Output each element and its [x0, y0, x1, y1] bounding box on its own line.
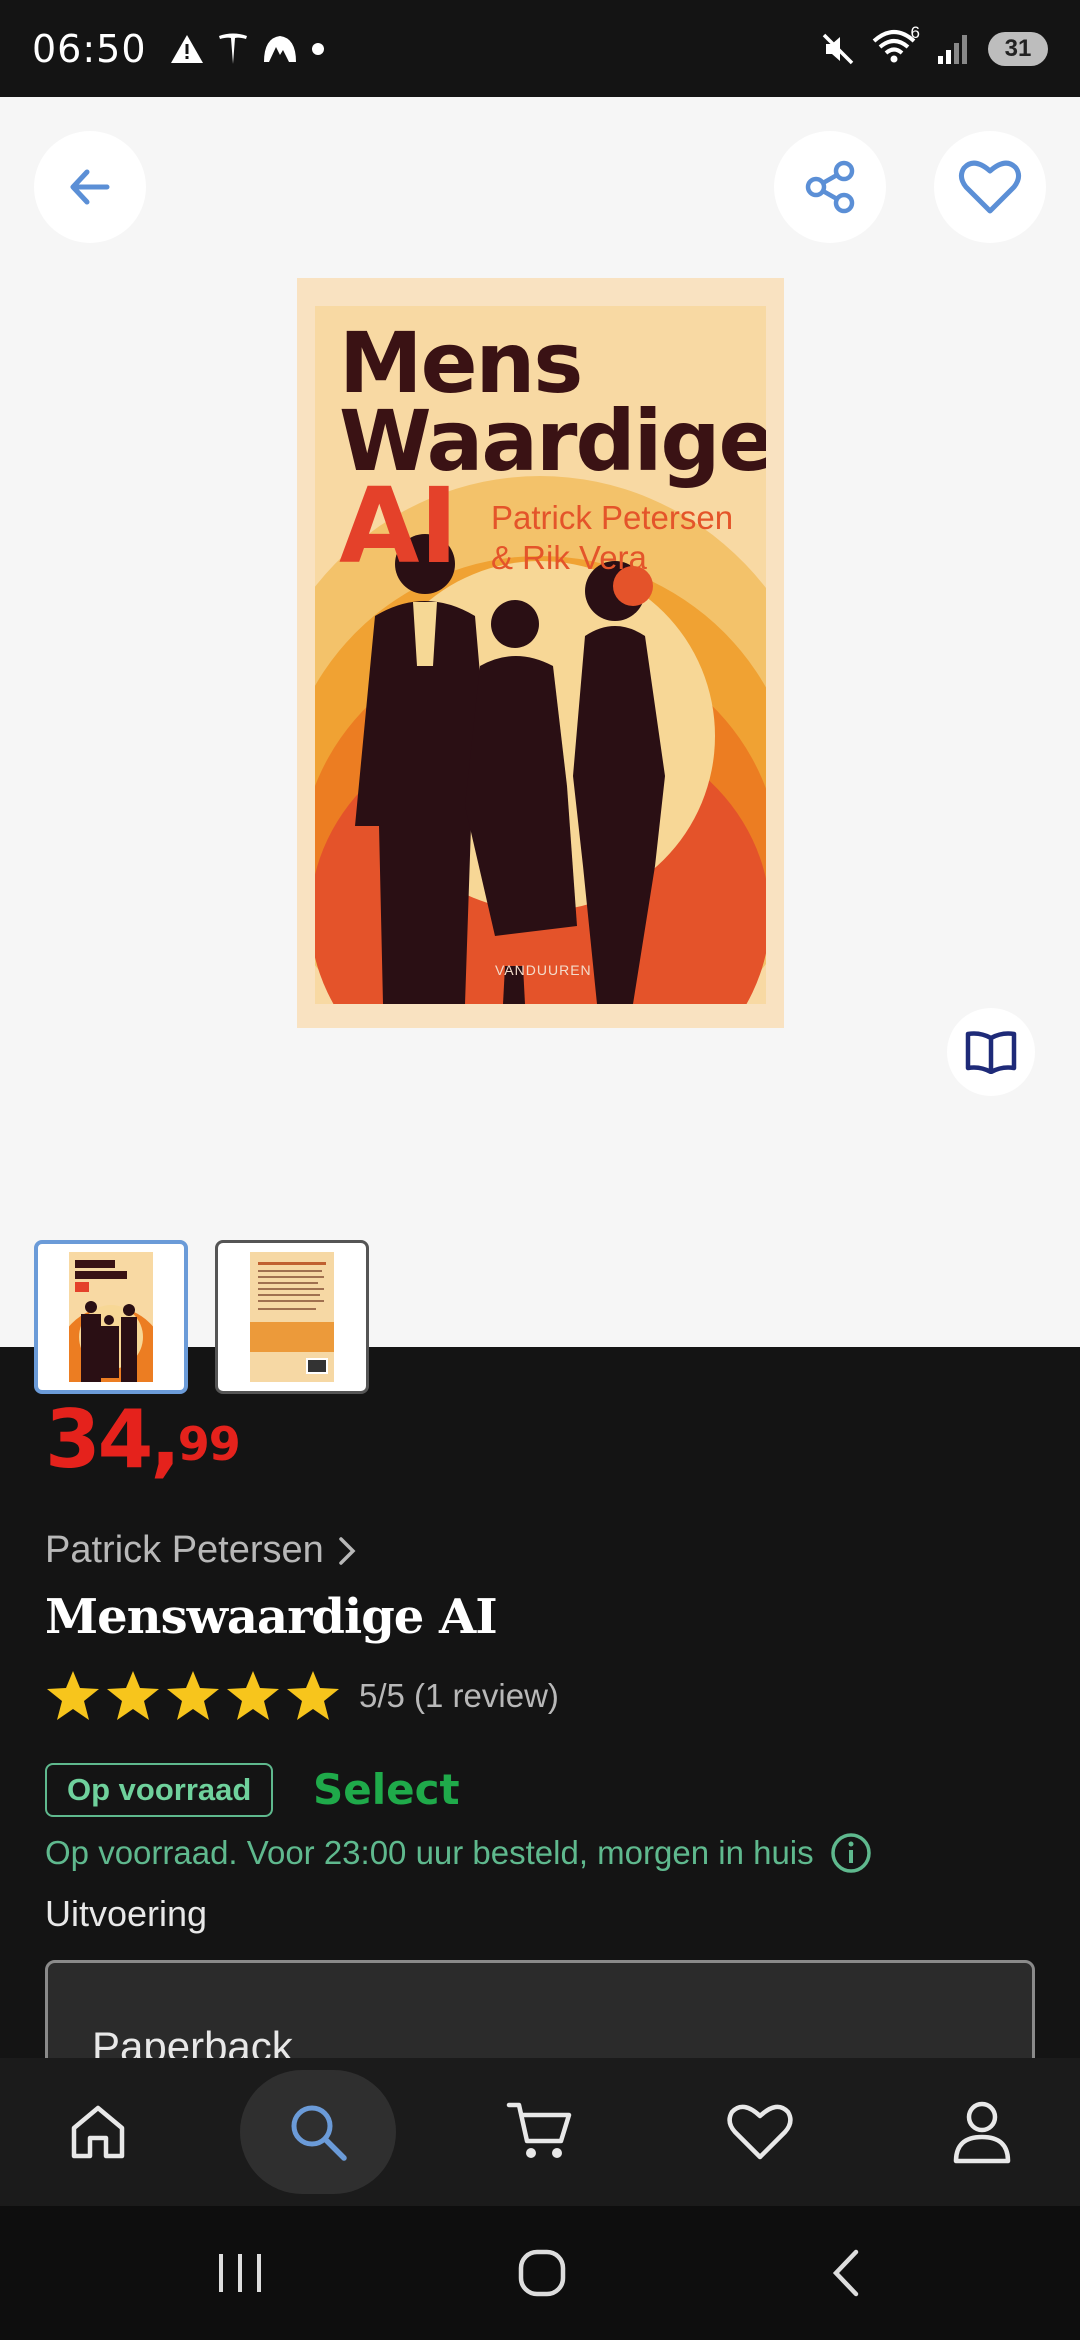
cart-icon — [506, 2102, 572, 2158]
rating-text: 5/5 (1 review) — [359, 1677, 559, 1714]
recent-apps-icon — [219, 2254, 261, 2292]
book-cover-artwork: Mens Waardige AI Patrick Petersen & Rik … — [315, 306, 766, 1004]
favorite-button[interactable] — [934, 131, 1046, 243]
cover-authors: Patrick Petersen & Rik Vera — [491, 498, 733, 578]
home-icon — [71, 2105, 125, 2159]
thumbnail-front-image — [69, 1252, 153, 1382]
star-icon — [167, 1671, 219, 1720]
tesla-icon — [218, 33, 247, 64]
delivery-info: Op voorraad. Voor 23:00 uur besteld, mor… — [45, 1832, 872, 1874]
info-icon[interactable] — [830, 1832, 872, 1874]
dot-icon — [311, 42, 324, 55]
thumbnail-back-image — [250, 1252, 334, 1382]
star-icon — [227, 1671, 279, 1720]
price-cents: 99 — [177, 1417, 241, 1471]
nav-home[interactable] — [20, 2070, 176, 2194]
open-book-icon — [965, 1031, 1017, 1074]
recent-apps-button[interactable] — [170, 2206, 310, 2340]
cover-title-ai: AI — [339, 465, 459, 587]
author-link[interactable]: Patrick Petersen — [45, 1529, 356, 1572]
nav-search[interactable] — [240, 2070, 396, 2194]
nav-wishlist[interactable] — [682, 2070, 838, 2194]
book-cover-image[interactable]: Mens Waardige AI Patrick Petersen & Rik … — [297, 278, 784, 1028]
mountain-app-icon — [263, 35, 296, 62]
status-time: 06:50 — [32, 26, 147, 71]
chevron-right-icon — [339, 1536, 356, 1565]
heart-icon — [727, 2104, 793, 2160]
back-chevron-icon — [832, 2249, 859, 2297]
network-type-label: 6 — [910, 22, 920, 42]
read-sample-button[interactable] — [947, 1008, 1035, 1096]
cover-title: Mens Waardige — [339, 314, 766, 483]
variant-label: Uitvoering — [45, 1893, 208, 1934]
cover-title-line1: Mens — [339, 314, 583, 412]
stock-badge: Op voorraad — [45, 1763, 274, 1817]
home-system-button[interactable] — [472, 2206, 612, 2340]
system-navigation-bar — [0, 2206, 1080, 2340]
bottom-navigation — [0, 2058, 1080, 2206]
signal-icon — [938, 34, 967, 64]
nav-cart[interactable] — [462, 2070, 618, 2194]
profile-icon — [953, 2101, 1011, 2164]
share-icon — [805, 160, 855, 214]
star-icon — [47, 1671, 99, 1720]
author-name: Patrick Petersen — [45, 1529, 324, 1571]
share-button[interactable] — [774, 131, 886, 243]
back-button[interactable] — [34, 131, 146, 243]
heart-icon — [958, 160, 1022, 214]
product-title: Menswaardige AI — [45, 1589, 498, 1645]
price: 34,99 — [45, 1393, 241, 1486]
arrow-left-icon — [70, 169, 110, 205]
battery-indicator: 31 — [988, 31, 1048, 66]
price-main: 34, — [45, 1393, 181, 1486]
cover-publisher: VANDUUREN — [495, 962, 592, 978]
star-icon — [107, 1671, 159, 1720]
thumbnail-back-cover[interactable] — [215, 1240, 369, 1394]
star-icon — [287, 1671, 339, 1720]
search-icon — [291, 2105, 347, 2161]
select-label: Select — [313, 1765, 460, 1814]
wifi-icon: 6 — [872, 23, 920, 69]
thumbnail-front-cover[interactable] — [34, 1240, 188, 1394]
cover-author-1: Patrick Petersen — [491, 499, 734, 536]
nav-account[interactable] — [904, 2070, 1060, 2194]
product-image-area: Mens Waardige AI Patrick Petersen & Rik … — [0, 97, 1080, 1394]
rating[interactable]: 5/5 (1 review) — [45, 1669, 559, 1723]
cover-author-2: & Rik Vera — [491, 539, 647, 576]
mute-icon — [822, 33, 854, 64]
system-back-button[interactable] — [776, 2206, 916, 2340]
status-bar: 06:50 6 31 — [0, 0, 1080, 97]
delivery-text: Op voorraad. Voor 23:00 uur besteld, mor… — [45, 1834, 814, 1871]
status-system-icons: 6 31 — [820, 23, 1048, 69]
home-circle-icon — [518, 2249, 566, 2297]
warning-icon — [170, 34, 203, 63]
status-notification-icons — [169, 32, 325, 66]
